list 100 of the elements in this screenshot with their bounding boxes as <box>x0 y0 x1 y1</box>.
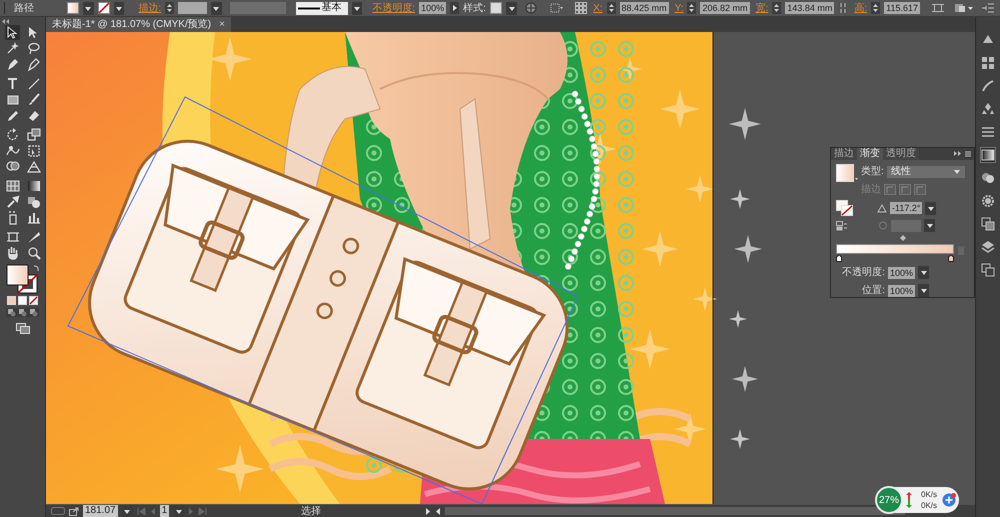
artboards-icon[interactable] <box>981 263 995 277</box>
line-icon <box>298 6 320 10</box>
draw-behind-icon[interactable] <box>18 308 27 317</box>
align-icon[interactable] <box>549 2 564 14</box>
none-mode-icon[interactable] <box>29 296 38 305</box>
draw-inside-icon[interactable] <box>29 308 38 317</box>
blend-tool-icon[interactable] <box>26 194 40 209</box>
stroke-profile-dropdown[interactable]: 基本 <box>296 2 348 14</box>
dropdown-button[interactable] <box>925 202 936 214</box>
panel-menu-icon[interactable] <box>954 149 972 158</box>
document-tab[interactable]: 未标题-1* @ 181.07% (CMYK/预览) × <box>46 17 231 32</box>
globe-icon[interactable] <box>525 2 538 14</box>
width-field[interactable]: 143.84 mm <box>785 2 834 14</box>
layers-icon[interactable] <box>981 240 995 254</box>
close-button[interactable]: × <box>219 17 225 32</box>
gradient-icon[interactable] <box>981 148 995 162</box>
arrow-button-icon[interactable] <box>450 2 460 14</box>
opacity-field[interactable]: 100% <box>419 2 446 14</box>
caret-icon <box>174 508 183 514</box>
color-mode-icon[interactable] <box>7 296 16 305</box>
selection-bounding-box[interactable] <box>67 96 579 504</box>
selection-tool-icon[interactable] <box>4 25 20 40</box>
panel-tab[interactable]: 描边 <box>831 148 857 160</box>
caret-icon <box>920 287 928 294</box>
y-field[interactable]: 206.82 mm <box>700 2 750 14</box>
dropdown-button[interactable] <box>122 504 133 517</box>
column-graph-tool-icon[interactable] <box>26 210 40 225</box>
sync-icon[interactable] <box>51 507 65 515</box>
transform-icon[interactable] <box>932 2 944 14</box>
zoom-field[interactable]: 181.07 <box>83 505 118 517</box>
dropdown-button[interactable] <box>173 504 184 517</box>
angle-icon <box>877 204 887 212</box>
dropdown-button[interactable] <box>506 2 518 14</box>
location-field[interactable]: 100% <box>888 284 915 296</box>
color-stop-icon[interactable] <box>948 255 954 262</box>
horizontal-scrollbar[interactable] <box>445 507 905 515</box>
dropdown-button[interactable] <box>83 2 94 14</box>
screen-mode-icon[interactable] <box>16 323 30 334</box>
swatches-icon[interactable] <box>981 56 995 70</box>
height-field[interactable]: 115.617 <box>884 2 920 14</box>
mesh-tool-icon[interactable] <box>4 178 20 193</box>
stepper-icon[interactable] <box>772 2 782 14</box>
opacity-field[interactable]: 100% <box>888 266 915 278</box>
fill-stroke-icon[interactable] <box>836 200 854 216</box>
dropdown-button[interactable] <box>918 284 929 297</box>
play-icon[interactable] <box>425 508 432 514</box>
rotate-tool-icon[interactable] <box>4 127 20 142</box>
caret-icon <box>926 204 935 212</box>
reference-point-icon[interactable] <box>575 2 588 14</box>
stepper-icon[interactable] <box>871 2 880 14</box>
artboard-field[interactable]: 1 <box>160 505 170 517</box>
panel-tab[interactable]: 透明度 <box>883 148 919 160</box>
brushes-icon[interactable] <box>981 79 995 93</box>
dropdown-button[interactable] <box>114 2 124 14</box>
plus-button-icon[interactable] <box>942 493 956 507</box>
color-stop-icon[interactable] <box>836 255 842 262</box>
eyedropper-tool-icon[interactable] <box>4 194 20 209</box>
warp-tool-icon[interactable] <box>4 143 20 158</box>
transparency-icon[interactable] <box>981 171 995 185</box>
stroke-swatch-icon[interactable] <box>98 2 110 14</box>
fill-swatch-icon[interactable] <box>67 2 80 14</box>
caret-icon <box>920 269 928 276</box>
angle-field[interactable]: -117.2° <box>890 202 922 214</box>
isolate-icon[interactable] <box>954 2 974 14</box>
stepper-icon[interactable] <box>165 2 174 14</box>
link-icon[interactable] <box>838 2 848 14</box>
gradient-tool-icon[interactable] <box>26 178 40 193</box>
stroke-weight-field[interactable] <box>178 2 208 14</box>
fill-stroke-swatches-icon[interactable] <box>4 264 40 294</box>
midpoint-icon[interactable] <box>900 235 906 241</box>
stroke-icon[interactable] <box>981 125 995 139</box>
dropdown-button[interactable] <box>211 2 222 14</box>
reverse-gradient-icon[interactable] <box>836 220 847 230</box>
stepper-icon[interactable] <box>687 2 696 14</box>
upload-arrow-icon <box>906 492 912 500</box>
gradient-preview-icon[interactable] <box>836 164 858 184</box>
style-swatch[interactable] <box>490 2 502 14</box>
scale-tool-icon[interactable] <box>26 127 40 142</box>
stroke-across-icon <box>914 184 926 195</box>
stepper-icon[interactable] <box>606 2 616 14</box>
graphic-styles-icon[interactable] <box>981 217 995 231</box>
zoom-tool-icon[interactable] <box>26 245 40 260</box>
scroll-left-icon[interactable] <box>435 508 442 514</box>
dropdown-button[interactable] <box>924 219 935 232</box>
gradient-type-dropdown[interactable]: 线性 <box>886 166 965 178</box>
draw-normal-icon[interactable] <box>7 308 16 317</box>
curvature-pen-tool-icon[interactable] <box>26 57 40 72</box>
panel-menu-icon[interactable] <box>982 3 994 13</box>
free-transform-tool-icon[interactable] <box>26 143 40 158</box>
panel-tab[interactable]: 渐变 <box>857 148 883 160</box>
appearance-icon[interactable] <box>981 194 995 208</box>
dropdown-button[interactable] <box>918 266 929 279</box>
stroke-within-icon <box>884 184 896 195</box>
lasso-tool-icon[interactable] <box>26 41 40 56</box>
share-icon[interactable] <box>69 506 79 516</box>
collapse-icon[interactable] <box>2 19 10 24</box>
symbols-icon[interactable] <box>981 102 995 116</box>
x-field[interactable]: 88.425 mm <box>620 2 669 14</box>
perspective-grid-tool-icon[interactable] <box>26 159 40 174</box>
dropdown-button[interactable] <box>352 2 362 14</box>
